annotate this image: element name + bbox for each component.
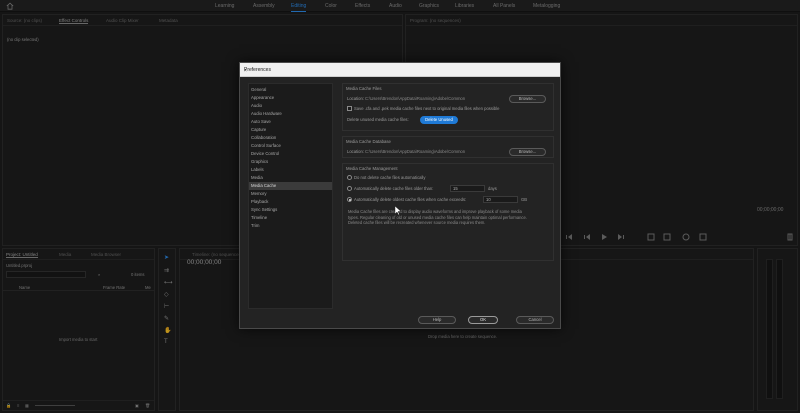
category-trim[interactable]: Trim xyxy=(249,222,332,230)
ok-button[interactable]: OK xyxy=(468,316,498,324)
category-timeline[interactable]: Timeline xyxy=(249,214,332,222)
category-labels[interactable]: Labels xyxy=(249,166,332,174)
option-delete-oldest-label: Automatically delete oldest cache files … xyxy=(354,197,467,202)
category-audio-hardware[interactable]: Audio Hardware xyxy=(249,110,332,118)
category-media-cache[interactable]: Media Cache xyxy=(249,182,332,190)
media-cache-description: Media Cache files are created to display… xyxy=(348,209,527,226)
category-appearance[interactable]: Appearance xyxy=(249,94,332,102)
days-input[interactable]: 15 xyxy=(450,185,485,192)
category-control-surface[interactable]: Control Surface xyxy=(249,142,332,150)
mouse-cursor-icon xyxy=(395,206,401,215)
dialog-body: General Appearance Audio Audio Hardware … xyxy=(240,77,560,328)
delete-unused-button[interactable]: Delete Unused xyxy=(420,116,458,124)
category-auto-save[interactable]: Auto Save xyxy=(249,118,332,126)
category-media[interactable]: Media xyxy=(249,174,332,182)
category-sync-settings[interactable]: Sync Settings xyxy=(249,206,332,214)
media-cache-database-section: Media Cache Database Location: C:\Users\… xyxy=(342,136,554,158)
preferences-dialog: Preferences × General Appearance Audio A… xyxy=(239,62,561,329)
category-list: General Appearance Audio Audio Hardware … xyxy=(248,83,333,309)
db-browse-button[interactable]: Browse... xyxy=(509,148,546,156)
media-cache-database-title: Media Cache Database xyxy=(346,139,391,144)
media-cache-management-title: Media Cache Management xyxy=(346,166,398,171)
category-graphics[interactable]: Graphics xyxy=(249,158,332,166)
option-delete-older-radio[interactable] xyxy=(347,186,352,191)
save-cache-next-to-media-checkbox[interactable] xyxy=(347,106,352,111)
help-button[interactable]: Help xyxy=(418,316,456,324)
days-unit: days xyxy=(488,186,497,191)
cache-browse-button[interactable]: Browse... xyxy=(509,95,546,103)
category-device-control[interactable]: Device Control xyxy=(249,150,332,158)
media-cache-files-title: Media Cache Files xyxy=(346,86,382,91)
option-do-not-delete-radio[interactable] xyxy=(347,175,352,180)
save-cache-next-to-media-label: Save .cfa and .pek media cache files nex… xyxy=(354,106,500,111)
category-collaboration[interactable]: Collaboration xyxy=(249,134,332,142)
media-cache-management-section: Media Cache Management Do not delete cac… xyxy=(342,163,554,261)
option-delete-older-label: Automatically delete cache files older t… xyxy=(354,186,434,191)
category-general[interactable]: General xyxy=(249,86,332,94)
cache-location-label: Location: xyxy=(347,96,364,101)
cache-location-path: C:\Users\Brendon\AppData\Roaming\Adobe\C… xyxy=(365,96,466,101)
delete-unused-label: Delete unused media cache files: xyxy=(347,117,409,122)
category-playback[interactable]: Playback xyxy=(249,198,332,206)
gb-input[interactable]: 10 xyxy=(483,196,518,203)
cancel-button[interactable]: Cancel xyxy=(516,316,554,324)
db-location-path: C:\Users\Brendon\AppData\Roaming\Adobe\C… xyxy=(365,149,466,154)
gb-unit: GB xyxy=(521,197,528,202)
option-delete-oldest-radio[interactable] xyxy=(347,197,352,202)
db-location-label: Location: xyxy=(347,149,364,154)
media-cache-files-section: Media Cache Files Location: C:\Users\Bre… xyxy=(342,83,554,131)
category-capture[interactable]: Capture xyxy=(249,126,332,134)
option-do-not-delete-label: Do not delete cache files automatically xyxy=(354,175,426,180)
dialog-title-bar: Preferences × xyxy=(240,63,560,77)
category-audio[interactable]: Audio xyxy=(249,102,332,110)
category-memory[interactable]: Memory xyxy=(249,190,332,198)
close-icon[interactable]: × xyxy=(244,67,556,75)
